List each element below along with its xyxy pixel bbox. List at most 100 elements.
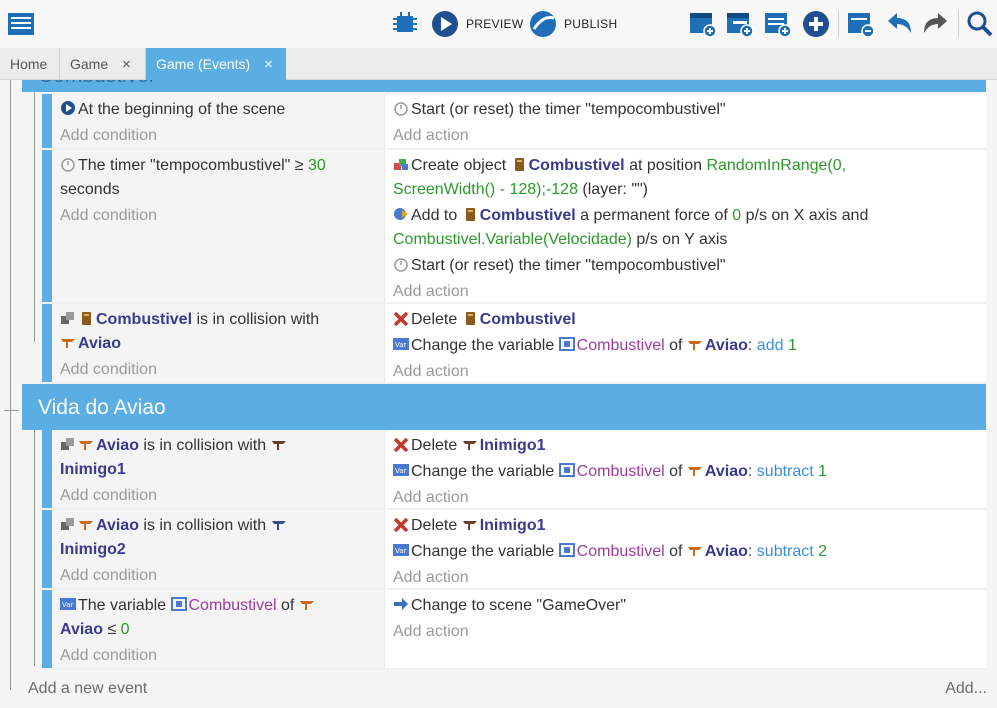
events-sheet: Combustivel At the beginning of the scen… bbox=[0, 80, 997, 708]
project-manager-button[interactable] bbox=[6, 8, 36, 40]
condition-collision[interactable]: Aviao is in collision with bbox=[60, 514, 378, 538]
group-title: Combustivel bbox=[38, 80, 154, 88]
action-delete[interactable]: Delete Inimigo1 bbox=[393, 514, 980, 538]
action-delete[interactable]: Delete Combustivel bbox=[393, 308, 980, 332]
action-text: : bbox=[747, 543, 757, 560]
publish-icon bbox=[530, 11, 556, 37]
add-condition-link[interactable]: Add condition bbox=[60, 124, 378, 148]
add-subevent-button[interactable] bbox=[725, 8, 755, 40]
operator: subtract bbox=[756, 543, 814, 560]
object-variable-icon bbox=[170, 597, 187, 611]
add-action-link[interactable]: Add action bbox=[393, 566, 980, 590]
number-value: 0 bbox=[120, 621, 130, 638]
event-handle[interactable] bbox=[42, 304, 52, 382]
object-variable-icon bbox=[558, 337, 575, 351]
action-create-object[interactable]: Create object Combustivel at position Ra… bbox=[393, 154, 980, 178]
event-row[interactable]: Var The variable Combustivel of Aviao ≤ 0… bbox=[42, 590, 986, 670]
event-handle[interactable] bbox=[42, 510, 52, 588]
add-condition-link[interactable]: Add condition bbox=[60, 564, 378, 588]
tab-game-events[interactable]: Game (Events) × bbox=[146, 48, 286, 80]
add-more-button[interactable] bbox=[801, 8, 831, 40]
preview-button[interactable]: PREVIEW bbox=[430, 8, 523, 40]
add-action-link[interactable]: Add action bbox=[393, 124, 980, 148]
add-condition-link[interactable]: Add condition bbox=[60, 484, 378, 508]
undo-button[interactable] bbox=[884, 8, 914, 40]
action-change-variable[interactable]: Var Change the variable Combustivel of Av… bbox=[393, 460, 980, 484]
add-condition-link[interactable]: Add condition bbox=[60, 204, 378, 228]
delete-selected-button[interactable] bbox=[846, 8, 876, 40]
close-icon[interactable]: × bbox=[264, 56, 273, 73]
condition-variable-compare[interactable]: Var The variable Combustivel of bbox=[60, 594, 378, 618]
operator: subtract bbox=[756, 463, 814, 480]
condition-collision[interactable]: Combustivel is in collision with bbox=[60, 308, 378, 332]
tab-game[interactable]: Game × bbox=[60, 48, 146, 80]
tab-label: Game (Events) bbox=[156, 56, 251, 72]
expression: ScreenWidth() - 128);-128 bbox=[393, 181, 578, 198]
actions-column: Delete Combustivel Var Change the variabl… bbox=[384, 304, 986, 382]
toolbar-divider bbox=[958, 10, 959, 38]
action-text: of bbox=[664, 543, 687, 560]
timer-icon bbox=[394, 102, 408, 116]
close-icon[interactable]: × bbox=[122, 56, 131, 73]
publish-button[interactable]: PUBLISH bbox=[528, 8, 617, 40]
tab-home[interactable]: Home bbox=[0, 48, 60, 80]
action-start-timer[interactable]: Start (or reset) the timer "tempocombust… bbox=[393, 254, 980, 278]
undo-icon bbox=[888, 13, 911, 33]
event-row[interactable]: At the beginning of the scene Add condit… bbox=[42, 94, 986, 150]
event-handle[interactable] bbox=[42, 590, 52, 668]
object-name: Aviao bbox=[704, 463, 748, 480]
search-icon bbox=[967, 11, 993, 37]
event-row[interactable]: The timer "tempocombustivel" ≥ 30 second… bbox=[42, 150, 986, 304]
add-action-link[interactable]: Add action bbox=[393, 486, 980, 510]
add-event-button[interactable] bbox=[688, 8, 718, 40]
event-handle[interactable] bbox=[42, 430, 52, 508]
actions-column: Start (or reset) the timer "tempocombust… bbox=[384, 94, 986, 148]
event-handle[interactable] bbox=[42, 150, 52, 302]
event-row[interactable]: Combustivel is in collision with Aviao A… bbox=[42, 304, 986, 384]
action-delete[interactable]: Delete Inimigo1 bbox=[393, 434, 980, 458]
add-comment-button[interactable] bbox=[763, 8, 793, 40]
object-name: Inimigo2 bbox=[60, 541, 126, 558]
number-value: 1 bbox=[787, 337, 797, 354]
add-condition-link[interactable]: Add condition bbox=[60, 644, 378, 668]
operator: add bbox=[756, 337, 784, 354]
action-change-scene[interactable]: Change to scene "GameOver" bbox=[393, 594, 980, 618]
collision-icon bbox=[61, 518, 74, 530]
event-row[interactable]: Aviao is in collision with Inimigo2 Add … bbox=[42, 510, 986, 590]
delete-event-icon bbox=[848, 13, 875, 38]
action-add-force[interactable]: Add to Combustivel a permanent force of … bbox=[393, 204, 980, 228]
condition-collision[interactable]: Aviao is in collision with bbox=[60, 434, 378, 458]
tree-branch bbox=[4, 410, 18, 411]
add-action-link[interactable]: Add action bbox=[393, 280, 980, 304]
add-subevent-icon bbox=[727, 13, 754, 38]
group-header-combustivel[interactable]: Combustivel bbox=[22, 80, 986, 92]
event-row[interactable]: Aviao is in collision with Inimigo1 Add … bbox=[42, 430, 986, 510]
group-header-vida-do-aviao[interactable]: Vida do Aviao bbox=[22, 384, 986, 430]
inimigo1-object-icon bbox=[462, 441, 477, 450]
action-text: Start (or reset) the timer bbox=[411, 101, 586, 118]
add-action-link[interactable]: Add action bbox=[393, 620, 980, 644]
number-value: 0 bbox=[732, 207, 742, 224]
add-new-event-link[interactable]: Add a new event bbox=[28, 680, 147, 698]
redo-button[interactable] bbox=[921, 8, 951, 40]
add-condition-link[interactable]: Add condition bbox=[60, 358, 378, 382]
action-start-timer[interactable]: Start (or reset) the timer "tempocombust… bbox=[393, 98, 980, 122]
aviao-object-icon bbox=[687, 547, 702, 556]
action-change-variable[interactable]: Var Change the variable Combustivel of Av… bbox=[393, 334, 980, 358]
object-name: Aviao bbox=[704, 543, 748, 560]
variable-icon: Var bbox=[393, 544, 409, 556]
condition-scene-start[interactable]: At the beginning of the scene bbox=[60, 98, 378, 122]
search-button[interactable] bbox=[964, 8, 994, 40]
tree-line bbox=[34, 430, 35, 666]
number-value: 30 bbox=[308, 157, 326, 174]
delete-icon bbox=[393, 311, 409, 326]
add-more-link[interactable]: Add... bbox=[945, 680, 987, 698]
number-value: 1 bbox=[818, 463, 828, 480]
condition-timer[interactable]: The timer "tempocombustivel" ≥ 30 bbox=[60, 154, 378, 178]
debugger-button[interactable] bbox=[390, 8, 420, 40]
action-change-variable[interactable]: Var Change the variable Combustivel of Av… bbox=[393, 540, 980, 564]
event-handle[interactable] bbox=[42, 94, 52, 148]
variable-icon: Var bbox=[393, 338, 409, 350]
add-action-link[interactable]: Add action bbox=[393, 360, 980, 384]
action-text: p/s on Y axis bbox=[631, 231, 728, 248]
